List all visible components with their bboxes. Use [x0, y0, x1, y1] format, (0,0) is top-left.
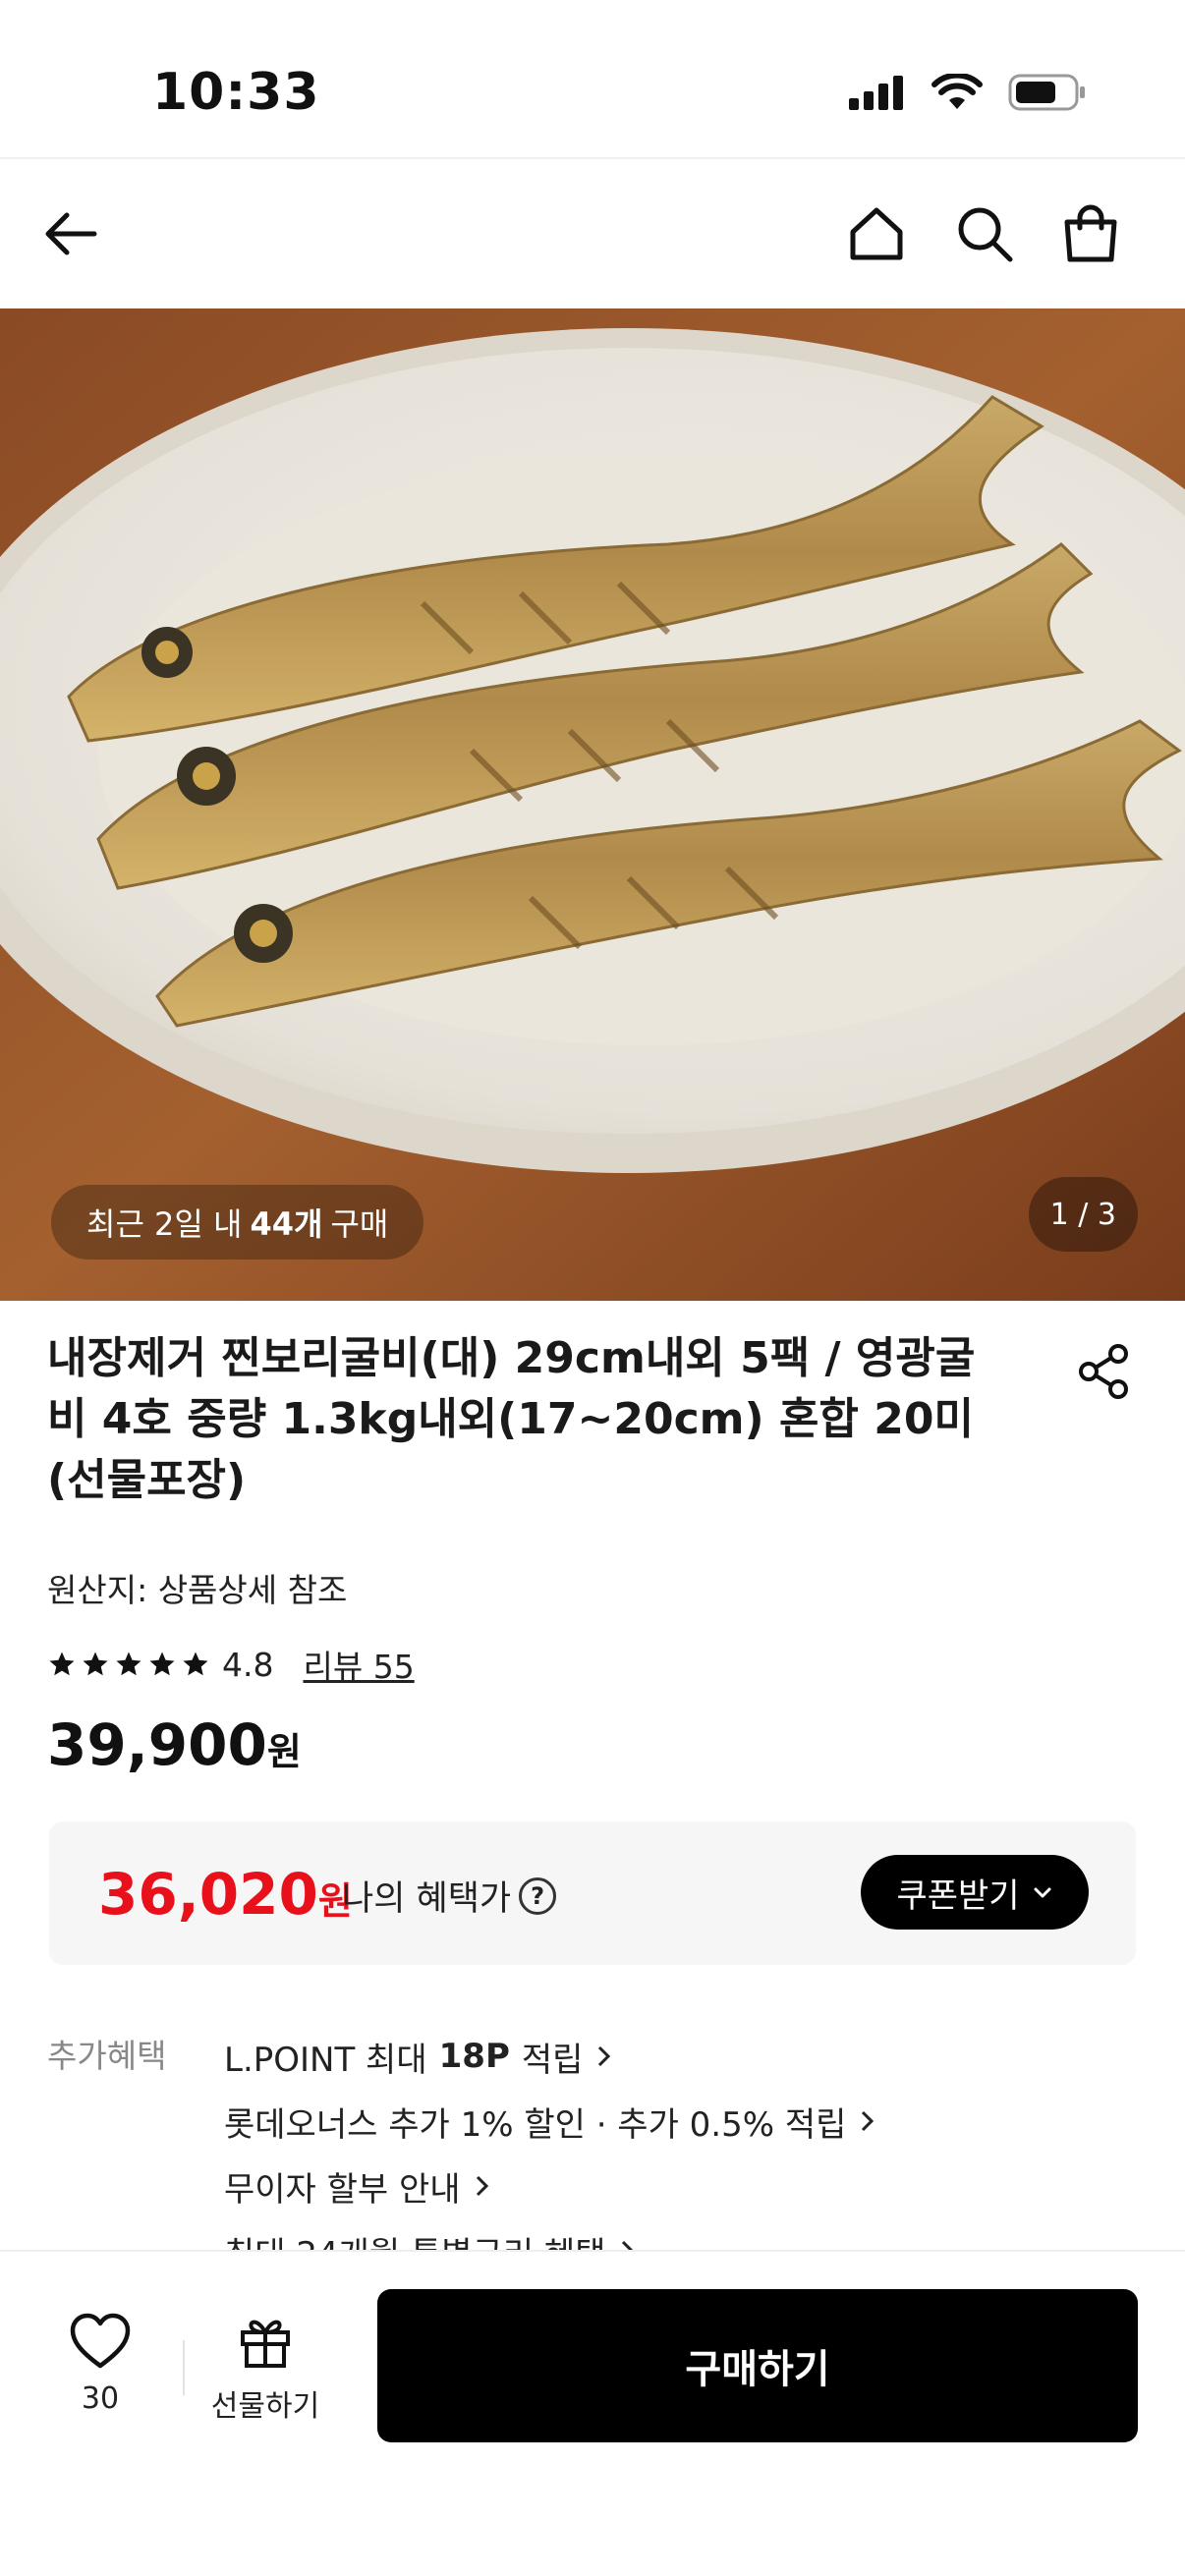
benefit-lotte-owners-text: 롯데오너스 추가 1% 할인 · 추가 0.5% 적립	[224, 2104, 847, 2145]
extra-benefits-list: L.POINT 최대 18P 적립 롯데오너스 추가 1% 할인 · 추가 0.…	[224, 2024, 877, 2283]
chevron-right-icon	[476, 2175, 488, 2197]
help-icon[interactable]: ?	[519, 1876, 557, 1915]
star-icon	[149, 1652, 175, 1676]
gift-label: 선물하기	[210, 2389, 320, 2424]
buy-button[interactable]: 구매하기	[377, 2289, 1138, 2442]
image-page-indicator: 1 / 3	[1028, 1177, 1138, 1252]
back-arrow-icon	[45, 212, 97, 255]
signal-icon	[849, 76, 903, 110]
gift-button[interactable]: 선물하기	[204, 2313, 326, 2425]
recent-prefix: 최근 2일 내	[86, 1205, 243, 1243]
search-icon	[958, 207, 1013, 262]
search-button[interactable]	[949, 198, 1020, 269]
wishlist-button[interactable]: 30	[61, 2313, 140, 2416]
rating-row: 4.8 리뷰 55	[47, 1641, 415, 1688]
recent-suffix: 구매	[330, 1205, 389, 1243]
wifi-icon	[931, 74, 983, 109]
chevron-right-icon	[862, 2110, 875, 2132]
status-time: 10:33	[152, 63, 320, 122]
benefit-lpoint[interactable]: L.POINT 최대 18P 적립	[224, 2024, 877, 2089]
benefit-lpoint-suffix: 적립	[521, 2040, 584, 2080]
share-icon	[1079, 1344, 1128, 1399]
benefit-price: 36,020원	[98, 1861, 353, 1928]
battery-icon	[1008, 74, 1085, 111]
star-icon	[83, 1652, 108, 1676]
recent-purchases-badge: 최근 2일 내 44개 구매	[51, 1185, 424, 1260]
bottom-action-bar: 30 선물하기 구매하기	[0, 2250, 1185, 2576]
review-link[interactable]: 리뷰 55	[303, 1641, 414, 1688]
coupon-button-label: 쿠폰받기	[896, 1876, 1020, 1916]
share-button[interactable]	[1075, 1342, 1134, 1401]
home-button[interactable]	[841, 198, 912, 269]
bottom-divider	[183, 2340, 185, 2395]
rating-stars	[47, 1650, 210, 1679]
extra-benefits-label: 추가혜택	[47, 2037, 167, 2075]
top-nav	[0, 159, 1185, 308]
shopping-bag-icon	[1064, 204, 1117, 262]
status-bar: 10:33	[0, 0, 1185, 159]
coupon-button[interactable]: 쿠폰받기	[861, 1855, 1089, 1930]
cart-button[interactable]	[1055, 198, 1126, 269]
status-icons	[847, 73, 1087, 112]
benefit-lotte-owners[interactable]: 롯데오너스 추가 1% 할인 · 추가 0.5% 적립	[224, 2089, 877, 2154]
benefit-price-number: 36,020	[98, 1861, 318, 1928]
back-button[interactable]	[35, 198, 106, 269]
product-image-carousel[interactable]: 최근 2일 내 44개 구매 1 / 3	[0, 308, 1185, 1301]
benefit-installment[interactable]: 무이자 할부 안내	[224, 2154, 877, 2218]
heart-icon	[70, 2313, 131, 2369]
product-photo	[0, 308, 1185, 1301]
chevron-down-icon	[1034, 1887, 1051, 1898]
price-unit: 원	[266, 1730, 302, 1773]
star-icon	[183, 1652, 208, 1676]
benefit-installment-text: 무이자 할부 안내	[224, 2169, 461, 2210]
chevron-right-icon	[598, 2045, 611, 2067]
wishlist-count: 30	[81, 2381, 120, 2416]
benefit-lpoint-prefix: L.POINT 최대	[224, 2040, 427, 2080]
gift-icon	[241, 2320, 290, 2368]
benefit-lpoint-points: 18P	[438, 2037, 510, 2076]
home-icon	[850, 207, 903, 260]
star-icon	[116, 1652, 141, 1676]
benefit-label: 나의 혜택가 ?	[342, 1871, 557, 1921]
benefit-label-text: 나의 혜택가	[342, 1879, 512, 1919]
rating-value: 4.8	[222, 1645, 274, 1684]
star-icon	[49, 1652, 75, 1676]
recent-count: 44개	[250, 1205, 323, 1243]
product-title: 내장제거 찐보리굴비(대) 29cm내외 5팩 / 영광굴비 4호 중량 1.3…	[47, 1333, 976, 1505]
benefit-price-box: 36,020원 나의 혜택가 ? 쿠폰받기	[49, 1821, 1136, 1965]
origin-info: 원산지: 상품상세 참조	[47, 1571, 348, 1609]
original-price: 39,900원	[47, 1711, 302, 1778]
price-number: 39,900	[47, 1711, 267, 1778]
